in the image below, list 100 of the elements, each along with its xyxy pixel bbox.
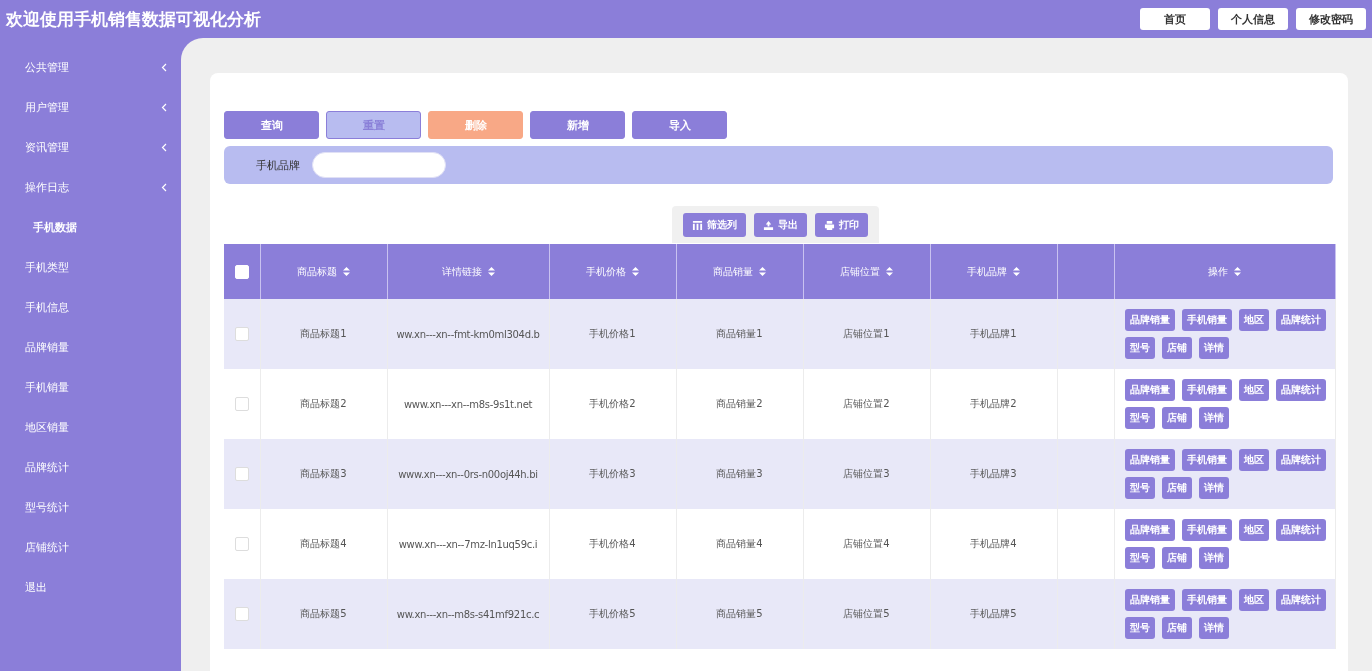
row-checkbox[interactable] bbox=[234, 537, 249, 551]
table-cell: 手机价格3 bbox=[589, 468, 636, 479]
row-action-button[interactable]: 品牌销量 bbox=[1124, 309, 1175, 331]
row-action-button[interactable]: 品牌销量 bbox=[1124, 589, 1175, 611]
column-header[interactable]: 操作 bbox=[1208, 264, 1241, 279]
row-action-button[interactable]: 地区 bbox=[1238, 379, 1269, 401]
table-cell: www.xn---xn--m8s-9s1t.net bbox=[403, 398, 533, 410]
row-action-button[interactable]: 品牌统计 bbox=[1275, 379, 1326, 401]
sidebar-label: 公共管理 bbox=[25, 59, 69, 75]
row-action-button[interactable]: 品牌统计 bbox=[1275, 449, 1326, 471]
sidebar-label: 操作日志 bbox=[25, 179, 69, 195]
sidebar-item[interactable]: 手机信息 bbox=[0, 287, 181, 327]
toolbar-button[interactable]: 导出 bbox=[754, 213, 807, 237]
row-checkbox[interactable] bbox=[234, 327, 249, 341]
sidebar-item[interactable]: 手机数据 bbox=[0, 207, 181, 247]
sidebar-item[interactable]: 手机销量 bbox=[0, 367, 181, 407]
action-button[interactable]: 重置 bbox=[326, 111, 421, 139]
column-header[interactable]: 店铺位置 bbox=[840, 264, 893, 279]
sidebar-item[interactable]: 品牌统计 bbox=[0, 447, 181, 487]
sidebar-item[interactable]: 操作日志 bbox=[0, 167, 181, 207]
row-action-button[interactable]: 店铺 bbox=[1161, 337, 1192, 359]
row-action-button[interactable]: 品牌统计 bbox=[1275, 519, 1326, 541]
row-action-button[interactable]: 型号 bbox=[1124, 477, 1155, 499]
row-action-button[interactable]: 店铺 bbox=[1161, 617, 1192, 639]
row-action-button[interactable]: 型号 bbox=[1124, 337, 1155, 359]
sidebar-label: 资讯管理 bbox=[25, 139, 69, 155]
row-action-button[interactable]: 手机销量 bbox=[1181, 589, 1232, 611]
column-header[interactable]: 手机价格 bbox=[586, 264, 639, 279]
header-button[interactable]: 首页 bbox=[1140, 8, 1210, 30]
row-action-button[interactable]: 店铺 bbox=[1161, 407, 1192, 429]
chevron-left-icon bbox=[161, 102, 167, 112]
row-action-button[interactable]: 手机销量 bbox=[1181, 379, 1232, 401]
column-header[interactable]: 手机品牌 bbox=[967, 264, 1020, 279]
row-action-button[interactable]: 地区 bbox=[1238, 309, 1269, 331]
sidebar-item[interactable]: 公共管理 bbox=[0, 47, 181, 87]
toolbar-button[interactable]: 筛选列 bbox=[683, 213, 746, 237]
row-checkbox[interactable] bbox=[234, 397, 249, 411]
table-cell: 商品销量5 bbox=[716, 608, 763, 619]
sidebar-label: 退出 bbox=[25, 579, 47, 595]
app-title: 欢迎使用手机销售数据可视化分析 bbox=[6, 7, 261, 31]
table-cell: 手机品牌5 bbox=[970, 608, 1017, 619]
table-cell: 商品销量1 bbox=[716, 328, 763, 339]
sidebar-item[interactable]: 店铺统计 bbox=[0, 527, 181, 567]
row-action-button[interactable]: 详情 bbox=[1198, 407, 1229, 429]
row-action-button[interactable]: 品牌统计 bbox=[1275, 309, 1326, 331]
row-action-button[interactable]: 地区 bbox=[1238, 449, 1269, 471]
row-checkbox[interactable] bbox=[234, 467, 249, 481]
sidebar-label: 型号统计 bbox=[25, 499, 69, 515]
row-action-button[interactable]: 品牌统计 bbox=[1275, 589, 1326, 611]
sidebar-item[interactable]: 型号统计 bbox=[0, 487, 181, 527]
sidebar-label: 手机数据 bbox=[33, 219, 77, 235]
row-action-button[interactable]: 品牌销量 bbox=[1124, 519, 1175, 541]
select-all-checkbox[interactable] bbox=[234, 264, 249, 279]
toolbar-button[interactable]: 打印 bbox=[815, 213, 868, 237]
row-action-button[interactable]: 详情 bbox=[1198, 337, 1229, 359]
sidebar-item[interactable]: 品牌销量 bbox=[0, 327, 181, 367]
header-button[interactable]: 个人信息 bbox=[1218, 8, 1288, 30]
sidebar-item[interactable]: 资讯管理 bbox=[0, 127, 181, 167]
row-action-button[interactable]: 品牌销量 bbox=[1124, 379, 1175, 401]
row-action-button[interactable]: 型号 bbox=[1124, 547, 1155, 569]
row-action-button[interactable]: 型号 bbox=[1124, 407, 1155, 429]
table-cell: ww.xn---xn--fmt-km0ml304d.b bbox=[396, 328, 540, 340]
row-action-button[interactable]: 品牌销量 bbox=[1124, 449, 1175, 471]
table-cell: 手机价格1 bbox=[589, 328, 636, 339]
row-action-button[interactable]: 手机销量 bbox=[1181, 449, 1232, 471]
column-header[interactable]: 详情链接 bbox=[441, 264, 495, 279]
action-button[interactable]: 导入 bbox=[632, 111, 727, 139]
table-cell: 店铺位置1 bbox=[843, 328, 890, 339]
sidebar-item[interactable]: 退出 bbox=[0, 567, 181, 607]
row-action-button[interactable]: 店铺 bbox=[1161, 477, 1192, 499]
action-button[interactable]: 查询 bbox=[224, 111, 319, 139]
search-field[interactable] bbox=[312, 152, 446, 178]
row-action-button[interactable]: 地区 bbox=[1238, 519, 1269, 541]
row-action-button[interactable]: 详情 bbox=[1198, 547, 1229, 569]
sort-icon bbox=[343, 267, 350, 276]
sidebar-item[interactable]: 用户管理 bbox=[0, 87, 181, 127]
row-action-button[interactable]: 手机销量 bbox=[1181, 309, 1232, 331]
action-button[interactable]: 新增 bbox=[530, 111, 625, 139]
search-label: 手机品牌 bbox=[256, 157, 300, 173]
row-action-button[interactable]: 详情 bbox=[1198, 477, 1229, 499]
row-action-button[interactable]: 型号 bbox=[1124, 617, 1155, 639]
sort-icon bbox=[632, 267, 639, 276]
sidebar-item[interactable]: 地区销量 bbox=[0, 407, 181, 447]
row-action-button[interactable]: 店铺 bbox=[1161, 547, 1192, 569]
header-button[interactable]: 修改密码 bbox=[1296, 8, 1366, 30]
row-checkbox[interactable] bbox=[234, 607, 249, 621]
sort-icon bbox=[1234, 267, 1241, 276]
table-cell: 手机品牌4 bbox=[970, 538, 1017, 549]
column-header[interactable]: 商品标题 bbox=[297, 264, 350, 279]
column-header[interactable]: 商品销量 bbox=[713, 264, 766, 279]
chevron-left-icon bbox=[161, 142, 167, 152]
row-action-button[interactable]: 地区 bbox=[1238, 589, 1269, 611]
row-action-button[interactable]: 手机销量 bbox=[1181, 519, 1232, 541]
print-icon bbox=[824, 219, 835, 231]
action-button[interactable]: 删除 bbox=[428, 111, 523, 139]
sidebar-item[interactable]: 手机类型 bbox=[0, 247, 181, 287]
table-cell: 店铺位置2 bbox=[843, 398, 890, 409]
table-cell: 商品销量3 bbox=[716, 468, 763, 479]
sidebar-label: 品牌统计 bbox=[25, 459, 69, 475]
row-action-button[interactable]: 详情 bbox=[1198, 617, 1229, 639]
